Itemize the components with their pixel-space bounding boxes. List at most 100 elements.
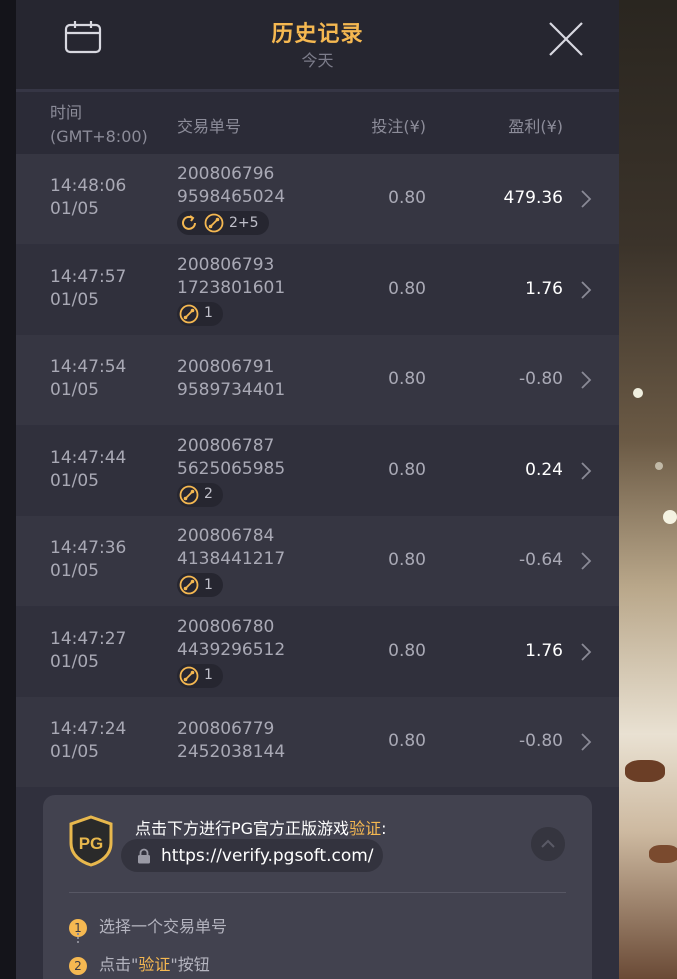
order-number-part-1: 200806780: [177, 616, 275, 637]
page-title: 历史记录: [271, 22, 364, 47]
step-2-number: 2: [69, 956, 87, 975]
svg-text:PG: PG: [79, 834, 104, 853]
row-time: 14:47:36 01/05: [50, 537, 126, 583]
row-bet: 0.80: [388, 550, 426, 570]
row-time: 14:47:54 01/05: [50, 356, 126, 402]
row-time-value: 14:48:06: [50, 176, 127, 196]
order-number-part-2: 9598465024: [177, 187, 286, 207]
free-spin-icon: [179, 575, 199, 595]
order-number-part-2: 5625065985: [177, 458, 286, 479]
background-scenery: [619, 0, 677, 979]
close-icon[interactable]: [546, 20, 586, 58]
verify-title-text: 点击下方进行PG官方正版游戏: [135, 819, 350, 838]
order-number-part-2: 2452038144: [177, 742, 286, 762]
history-row[interactable]: 14:47:57 01/05 200806793 1723801601 1 0.80 1.7…: [16, 244, 619, 335]
step-2-suffix: "按钮: [170, 955, 210, 974]
history-row[interactable]: 14:47:44 01/05 200806787 5625065985 2 0.80 0.2…: [16, 425, 619, 516]
chevron-right-icon: [581, 371, 592, 389]
verify-url-text: https://verify.pgsoft.com/: [161, 845, 374, 866]
verify-title: 点击下方进行PG官方正版游戏验证:: [135, 815, 386, 839]
verify-divider: [69, 892, 566, 893]
history-row[interactable]: 14:47:36 01/05 200806784 4138441217 1 0.80 -0.…: [16, 516, 619, 606]
step-connector: [77, 933, 79, 943]
order-number-part-2: 9589734401: [177, 380, 286, 400]
row-time: 14:48:06 01/05: [50, 175, 126, 221]
row-time: 14:47:57 01/05: [50, 266, 126, 312]
pg-logo-icon: PG: [69, 815, 113, 867]
row-time: 14:47:24 01/05: [50, 718, 126, 764]
chevron-right-icon: [581, 552, 592, 570]
row-date-value: 01/05: [50, 561, 99, 581]
column-profit: 盈利(¥): [508, 117, 563, 136]
verify-step-1: 1 选择一个交易单号: [69, 913, 227, 937]
table-header: 时间 (GMT+8:00) 交易单号 投注(¥) 盈利(¥): [16, 92, 619, 154]
row-profit: -0.80: [519, 731, 563, 751]
respin-icon: [182, 215, 196, 230]
feature-badge: 2+5: [177, 211, 269, 235]
row-profit: 479.36: [503, 188, 563, 208]
history-row[interactable]: 14:47:27 01/05 200806780 4439296512 1 0.80 1.7…: [16, 606, 619, 697]
row-order-number: 200806779 2452038144: [177, 718, 285, 764]
order-number-part-1: 200806779: [177, 719, 275, 739]
row-date-value: 01/05: [50, 380, 99, 400]
row-order-number: 200806787 5625065985 2: [177, 435, 285, 512]
row-time-value: 14:47:24: [50, 719, 127, 739]
row-date-value: 01/05: [50, 651, 99, 672]
step-2-prefix: 点击": [99, 955, 139, 974]
row-bet: 0.80: [388, 731, 426, 751]
chevron-up-icon[interactable]: [531, 827, 565, 861]
free-spin-icon: [204, 213, 224, 233]
chevron-right-icon: [581, 190, 592, 208]
row-profit: -0.64: [519, 550, 563, 570]
order-number-part-2: 4138441217: [177, 549, 286, 569]
feature-badge: 1: [177, 663, 223, 688]
row-date-value: 01/05: [50, 199, 99, 219]
page-subtitle: 今天: [301, 51, 334, 70]
order-number-part-2: 4439296512: [177, 639, 286, 660]
row-bet: 0.80: [388, 188, 426, 208]
row-time-value: 14:47:57: [50, 266, 127, 287]
feature-badge: 1: [177, 301, 223, 326]
row-time-value: 14:47:54: [50, 357, 127, 377]
order-number-part-2: 1723801601: [177, 277, 286, 298]
row-profit: 0.24: [525, 459, 563, 480]
row-order-number: 200806796 9598465024 2+5: [177, 163, 285, 240]
row-bet: 0.80: [388, 459, 426, 480]
column-time: 时间 (GMT+8:00): [50, 101, 148, 149]
free-spin-icon: [179, 304, 199, 323]
chevron-right-icon: [581, 733, 592, 751]
history-row[interactable]: 14:48:06 01/05 200806796 9598465024 2+5 0.80 4…: [16, 154, 619, 244]
column-timezone-label: (GMT+8:00): [50, 127, 148, 146]
row-date-value: 01/05: [50, 470, 99, 491]
badge-count: 1: [204, 576, 213, 593]
free-spin-icon: [179, 485, 199, 504]
feature-badge: 1: [177, 573, 223, 597]
row-bet: 0.80: [388, 640, 426, 661]
lock-icon: [138, 848, 150, 864]
row-date-value: 01/05: [50, 289, 99, 310]
verify-title-colon: :: [381, 819, 387, 838]
history-row[interactable]: 14:47:54 01/05 200806791 9589734401 0.80 -0.8…: [16, 335, 619, 425]
badge-count: 2: [204, 486, 213, 502]
chevron-right-icon: [581, 642, 592, 661]
badge-count: 1: [204, 305, 213, 321]
order-number-part-1: 200806787: [177, 435, 275, 456]
verify-url-link[interactable]: https://verify.pgsoft.com/: [121, 839, 383, 872]
order-number-part-1: 200806793: [177, 254, 275, 275]
row-profit: 1.76: [525, 640, 563, 661]
row-time: 14:47:27 01/05: [50, 628, 126, 674]
badge-count: 2+5: [229, 214, 259, 231]
row-time-value: 14:47:27: [50, 628, 127, 649]
history-row[interactable]: 14:47:24 01/05 200806779 2452038144 0.80 -0.8…: [16, 697, 619, 787]
row-bet: 0.80: [388, 369, 426, 389]
background-left: [0, 0, 16, 979]
header: 历史记录 今天: [16, 0, 619, 90]
row-bet: 0.80: [388, 278, 426, 299]
chevron-right-icon: [581, 461, 592, 480]
chevron-right-icon: [581, 280, 592, 299]
order-number-part-1: 200806791: [177, 357, 275, 377]
step-2-highlight: 验证: [138, 955, 171, 974]
row-order-number: 200806793 1723801601 1: [177, 254, 285, 331]
row-order-number: 200806791 9589734401: [177, 356, 285, 402]
verify-card: PG 点击下方进行PG官方正版游戏验证: https://verify.pgso…: [43, 795, 592, 979]
